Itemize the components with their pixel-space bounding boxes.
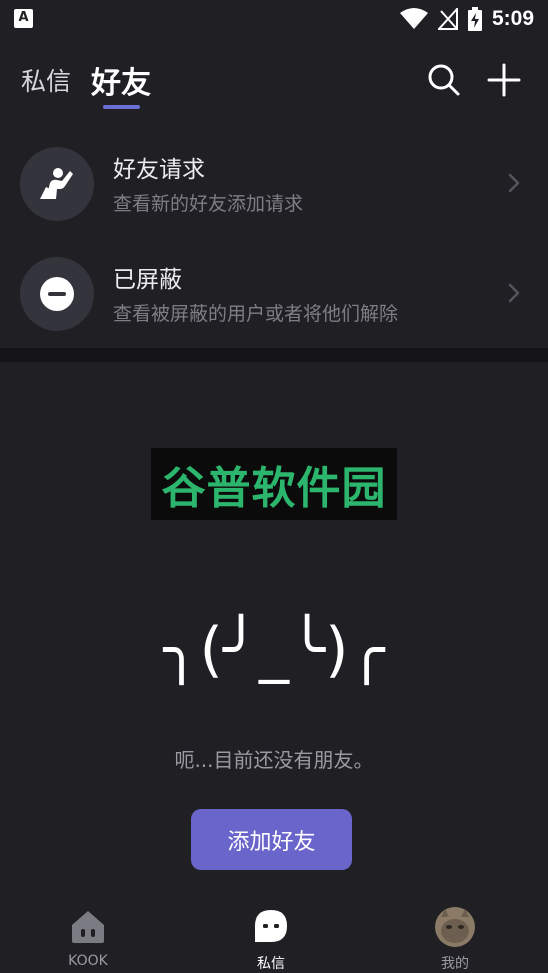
bottom-nav-dm[interactable]: 私信: [211, 899, 331, 972]
bottom-nav-kook[interactable]: KOOK: [28, 899, 148, 969]
status-time: 5:09: [491, 7, 534, 30]
tab-direct-messages[interactable]: 私信: [21, 62, 71, 98]
friend-request-icon-circle: [20, 147, 94, 221]
avatar: [435, 907, 475, 947]
chevron-right-icon: [508, 283, 520, 303]
watermark-logo: 谷普软件园: [151, 448, 397, 520]
empty-state-message: 呃...目前还没有朋友。: [174, 748, 374, 772]
friend-requests-subtitle: 查看新的好友添加请求: [113, 193, 304, 215]
add-icon[interactable]: [486, 62, 522, 98]
section-divider: [0, 348, 548, 362]
block-icon: [40, 277, 74, 311]
status-right: 5:09: [399, 4, 534, 34]
tab-friends[interactable]: 好友: [91, 58, 151, 102]
bottom-nav-kook-label: KOOK: [68, 953, 108, 969]
bottom-nav-dm-label: 私信: [257, 956, 285, 972]
no-signal-icon: [437, 8, 458, 30]
friend-requests-row[interactable]: 好友请求 查看新的好友添加请求: [0, 128, 548, 238]
search-icon[interactable]: [426, 62, 462, 98]
chevron-right-icon: [508, 173, 520, 193]
blocked-title: 已屏蔽: [113, 267, 182, 293]
battery-charging-icon: [467, 7, 482, 31]
empty-state-kaomoji: ╮(╯_╰)╭: [163, 615, 385, 685]
chat-bubble-icon: [255, 910, 287, 942]
top-nav: 私信 好友: [0, 50, 548, 110]
app-notification-icon: A: [14, 9, 33, 28]
wifi-icon: [399, 8, 428, 29]
bottom-nav-me-label: 我的: [441, 956, 469, 972]
watermark-text: 谷普软件园: [161, 463, 387, 514]
active-tab-indicator: [103, 105, 140, 109]
raised-hand-person-icon: [40, 168, 73, 199]
status-bar: A 5:09: [0, 0, 548, 40]
blocked-row[interactable]: 已屏蔽 查看被屏蔽的用户或者将他们解除: [0, 238, 548, 348]
blocked-subtitle: 查看被屏蔽的用户或者将他们解除: [113, 303, 399, 325]
bottom-nav: KOOK 私信 我的: [0, 899, 548, 972]
add-friend-button[interactable]: 添加好友: [191, 809, 352, 870]
bottom-nav-me[interactable]: 我的: [395, 899, 515, 972]
home-kook-icon: [72, 911, 104, 943]
blocked-icon-circle: [20, 257, 94, 331]
friend-requests-title: 好友请求: [113, 157, 205, 183]
